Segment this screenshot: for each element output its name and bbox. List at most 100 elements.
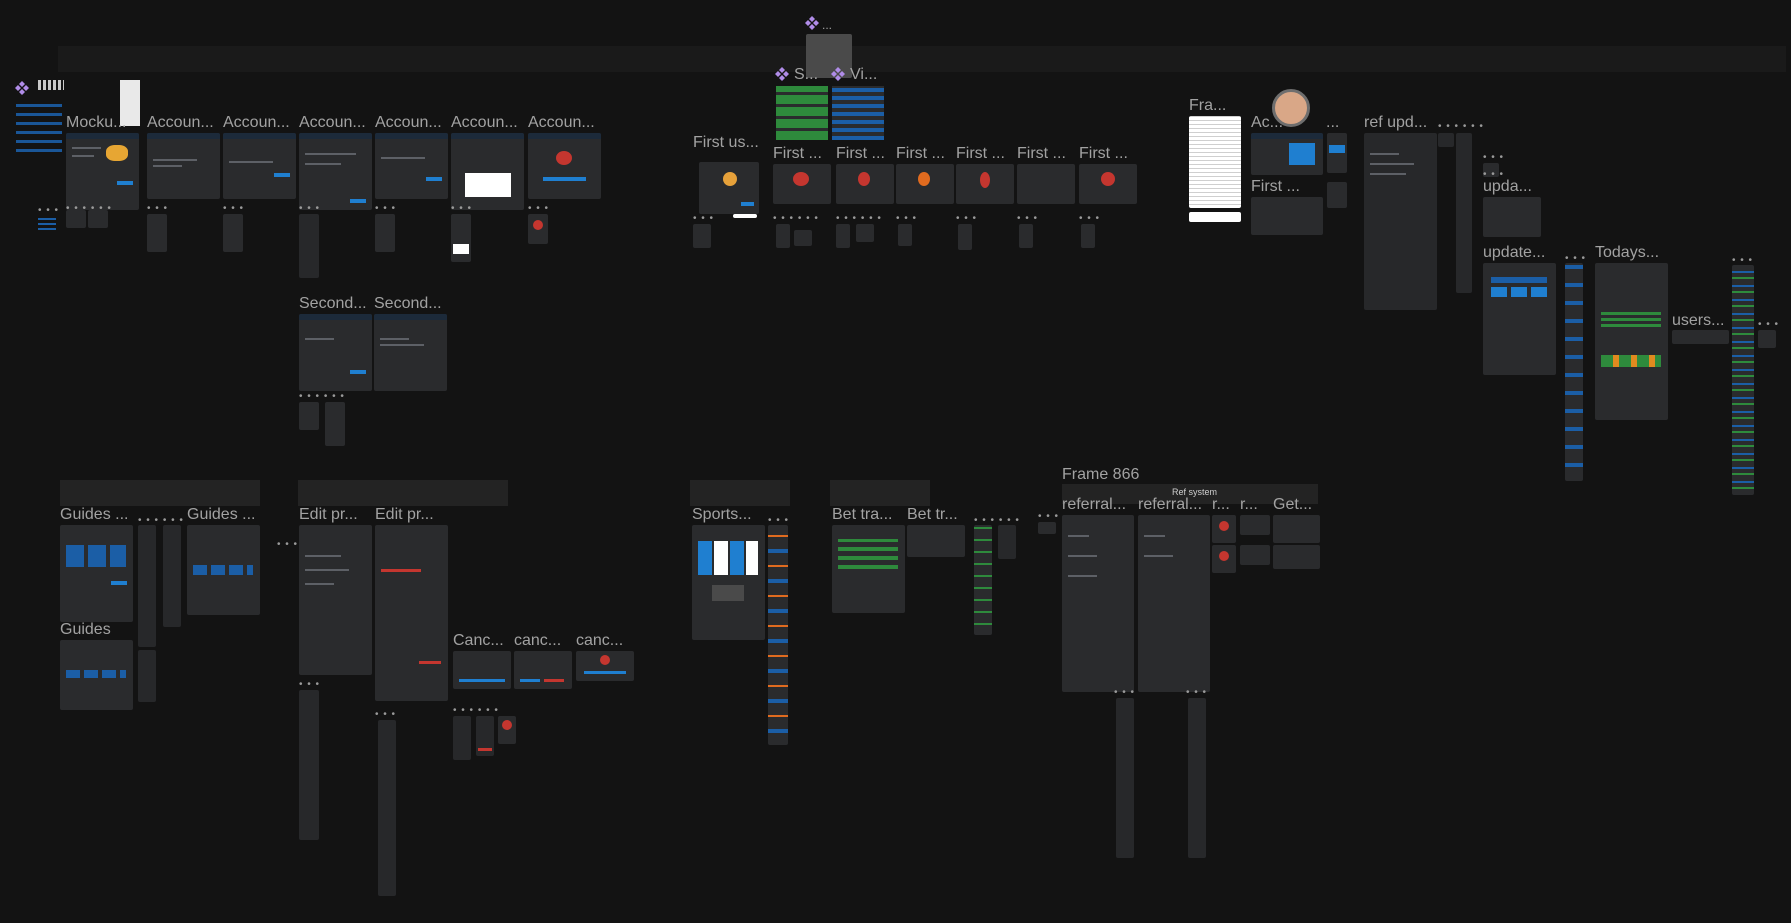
frame-label-users[interactable]: users... — [1672, 312, 1724, 330]
frame-first-us-mobile[interactable] — [693, 224, 711, 248]
frame-first-1-mobile[interactable] — [776, 224, 790, 248]
frame-label-ref-upd[interactable]: ref upd... — [1364, 114, 1427, 132]
frame-canc-2[interactable] — [514, 651, 572, 689]
component-label-s[interactable]: S... — [794, 66, 818, 84]
frame-canc-1[interactable] — [453, 651, 511, 689]
frame-sports-mobile[interactable] — [768, 525, 788, 745]
frame-label-first-3[interactable]: First ... — [896, 145, 945, 163]
frame-get[interactable] — [1273, 515, 1320, 543]
frame-bet-tra[interactable] — [832, 525, 905, 613]
frame-first-3-mobile[interactable] — [898, 224, 912, 246]
frame-guides-1[interactable] — [60, 525, 133, 622]
frame-label-sports[interactable]: Sports... — [692, 506, 752, 524]
frame-label-edit-pr-2[interactable]: Edit pr... — [375, 506, 434, 524]
frame-label-account-2[interactable]: Accoun... — [223, 114, 290, 132]
frame-get-b[interactable] — [1273, 545, 1320, 569]
frame-label-guides-2[interactable]: Guides ... — [187, 506, 255, 524]
frame-label-guides-3[interactable]: Guides — [60, 621, 111, 639]
frame-label-mockup[interactable]: Mocku... — [66, 114, 126, 132]
frame-first-3[interactable] — [896, 164, 954, 204]
frame-bet-mobile-2[interactable] — [998, 525, 1016, 559]
frame-first-1[interactable] — [773, 164, 831, 204]
frame-label-canc-1[interactable]: Canc... — [453, 632, 504, 650]
component-icon[interactable] — [830, 66, 846, 82]
frame-ref-upd[interactable] — [1364, 133, 1437, 310]
figma-canvas[interactable]: Ref system • • • Mocku... • • • • • • Ac… — [0, 0, 1791, 923]
frame-first-6[interactable] — [1079, 164, 1137, 204]
frame-r-1[interactable] — [1212, 515, 1236, 543]
frame-users-mobile[interactable] — [1732, 265, 1754, 495]
frame-canc-mobile-2[interactable] — [476, 716, 494, 756]
frame-referral-2-mobile[interactable] — [1188, 698, 1206, 858]
frame-guides-3[interactable] — [60, 640, 133, 710]
frame-canc-mobile-3[interactable] — [498, 716, 516, 744]
frame-label-account-1[interactable]: Accoun... — [147, 114, 214, 132]
frame-account-4-mobile[interactable] — [375, 214, 395, 252]
frame-referral-1[interactable] — [1062, 515, 1134, 692]
frame-users-mobile-2[interactable] — [1758, 330, 1776, 348]
frame-first-6-mobile[interactable] — [1081, 224, 1095, 248]
frame-label-frame-866[interactable]: Frame 866 — [1062, 466, 1139, 484]
frame-r-2-b[interactable] — [1240, 545, 1270, 565]
frame-guides-mobile-3[interactable] — [138, 650, 156, 702]
frame-account-4[interactable] — [375, 133, 448, 199]
frame-mockup[interactable] — [66, 133, 139, 210]
frame-first-2-mobile[interactable] — [836, 224, 850, 248]
frame-label-get[interactable]: Get... — [1273, 496, 1312, 514]
frame-fra-document[interactable] — [1189, 116, 1241, 208]
frame-account-1-mobile[interactable] — [147, 214, 167, 252]
frame-label-r-2[interactable]: r... — [1240, 496, 1258, 514]
frame-label-account-3[interactable]: Accoun... — [299, 114, 366, 132]
frame-guides-mobile-1[interactable] — [138, 525, 156, 647]
frame-first-2-mobile-2[interactable] — [856, 224, 874, 242]
frame-account-5-mobile[interactable] — [451, 214, 471, 262]
component-label-top[interactable]: ... — [822, 16, 832, 34]
frame-label-account-6[interactable]: Accoun... — [528, 114, 595, 132]
frame-guides-2[interactable] — [187, 525, 260, 615]
frame-label-referral-1[interactable]: referral... — [1062, 496, 1126, 514]
component-green-grid[interactable] — [776, 86, 828, 140]
frame-ref-upd-mobile-1[interactable] — [1438, 133, 1454, 147]
component-blue-grid[interactable] — [832, 86, 884, 140]
frame-second-2-mobile[interactable] — [325, 402, 345, 446]
frame-label-first-4[interactable]: First ... — [956, 145, 1005, 163]
frame-canc-mobile-1[interactable] — [453, 716, 471, 760]
frame-todays[interactable] — [1595, 263, 1668, 420]
frame-first-5[interactable] — [1017, 164, 1075, 204]
frame-update[interactable] — [1483, 263, 1556, 375]
frame-label-first-6[interactable]: First ... — [1079, 145, 1128, 163]
component-icon[interactable] — [14, 80, 30, 96]
frame-first-1-mobile-2[interactable] — [794, 230, 812, 246]
frame-account-1[interactable] — [147, 133, 220, 199]
frame-first-2[interactable] — [836, 164, 894, 204]
frame-label-bet-tr[interactable]: Bet tr... — [907, 506, 958, 524]
frame-label-update[interactable]: update... — [1483, 244, 1545, 262]
frame-referral-2[interactable] — [1138, 515, 1210, 692]
frame-ac-mobile[interactable] — [1327, 133, 1347, 173]
frame-label-account-5[interactable]: Accoun... — [451, 114, 518, 132]
user-avatar[interactable] — [1272, 89, 1310, 127]
frame-first-4-mobile[interactable] — [958, 224, 972, 250]
frame-label-second-2[interactable]: Second... — [374, 295, 442, 313]
frame-label-guides-1[interactable]: Guides ... — [60, 506, 128, 524]
frame-account-2-mobile[interactable] — [223, 214, 243, 252]
frame-edit-pr-2-mobile[interactable] — [378, 720, 396, 896]
frame-sports[interactable] — [692, 525, 765, 640]
component-grid-thumb-2[interactable] — [16, 98, 62, 152]
frame-first-4[interactable] — [956, 164, 1014, 204]
frame-label-canc-2[interactable]: canc... — [514, 632, 561, 650]
frame-second-1[interactable] — [299, 314, 372, 391]
frame-bet-mobile-3[interactable] — [1038, 522, 1056, 534]
frame-edit-pr-1[interactable] — [299, 525, 372, 675]
frame-upda[interactable] — [1483, 197, 1541, 237]
frame-label-upda[interactable]: upda... — [1483, 178, 1532, 196]
frame-label-first-1[interactable]: First ... — [773, 145, 822, 163]
frame-account-5[interactable] — [451, 133, 524, 210]
frame-label-canc-3[interactable]: canc... — [576, 632, 623, 650]
frame-label-second-1[interactable]: Second... — [299, 295, 367, 313]
frame-label-r-1[interactable]: r... — [1212, 496, 1230, 514]
component-grid-thumb[interactable] — [38, 80, 64, 90]
frame-first-right-mobile[interactable] — [1327, 182, 1347, 208]
frame-label-account-4[interactable]: Accoun... — [375, 114, 442, 132]
frame-label-first-right[interactable]: First ... — [1251, 178, 1300, 196]
